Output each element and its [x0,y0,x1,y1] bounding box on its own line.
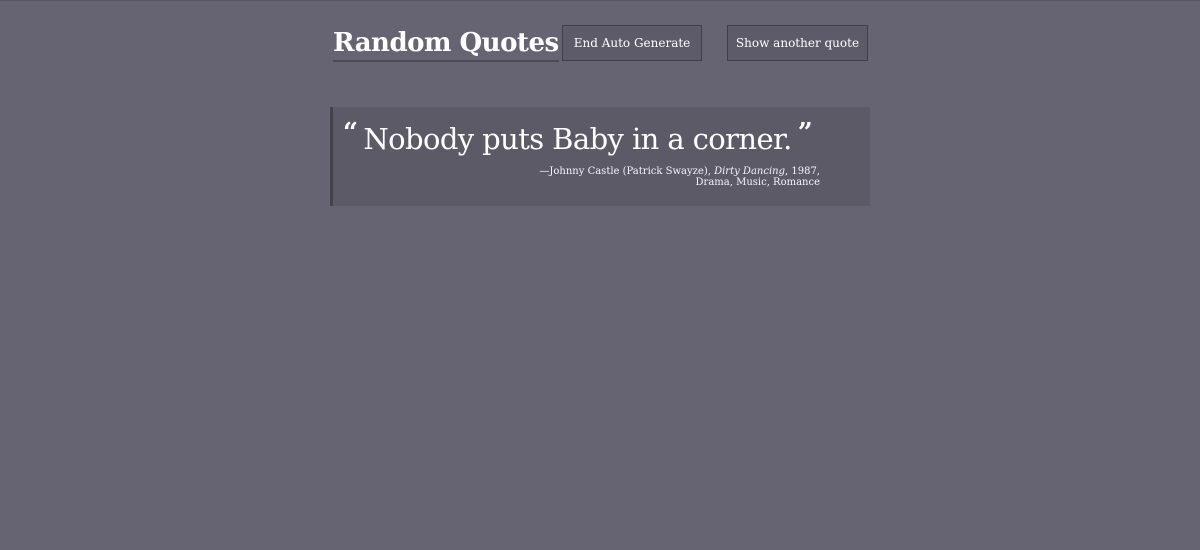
open-quote-mark: “ [343,118,358,148]
citation-genres: Drama, Music, Romance [695,177,820,188]
citation-dash: — [539,166,550,177]
page-title: Random Quotes [333,27,559,62]
citation-year: , 1987, [785,166,820,177]
close-quote-mark: ” [797,118,813,148]
citation-character: Johnny Castle (Patrick Swayze), [549,166,711,177]
end-auto-generate-button[interactable]: End Auto Generate [562,25,702,61]
citation-line-1: —Johnny Castle (Patrick Swayze), Dirty D… [539,166,820,177]
header: Random Quotes End Auto Generate Show ano… [333,25,873,65]
quote-text-line: “Nobody puts Baby in a corner.” [343,118,813,159]
show-another-quote-button[interactable]: Show another quote [727,25,868,61]
quote-text: Nobody puts Baby in a corner. [363,122,792,156]
quote-panel: “Nobody puts Baby in a corner.” —Johnny … [330,107,870,206]
citation-film: Dirty Dancing [714,166,785,177]
quote-citation: —Johnny Castle (Patrick Swayze), Dirty D… [539,166,820,188]
